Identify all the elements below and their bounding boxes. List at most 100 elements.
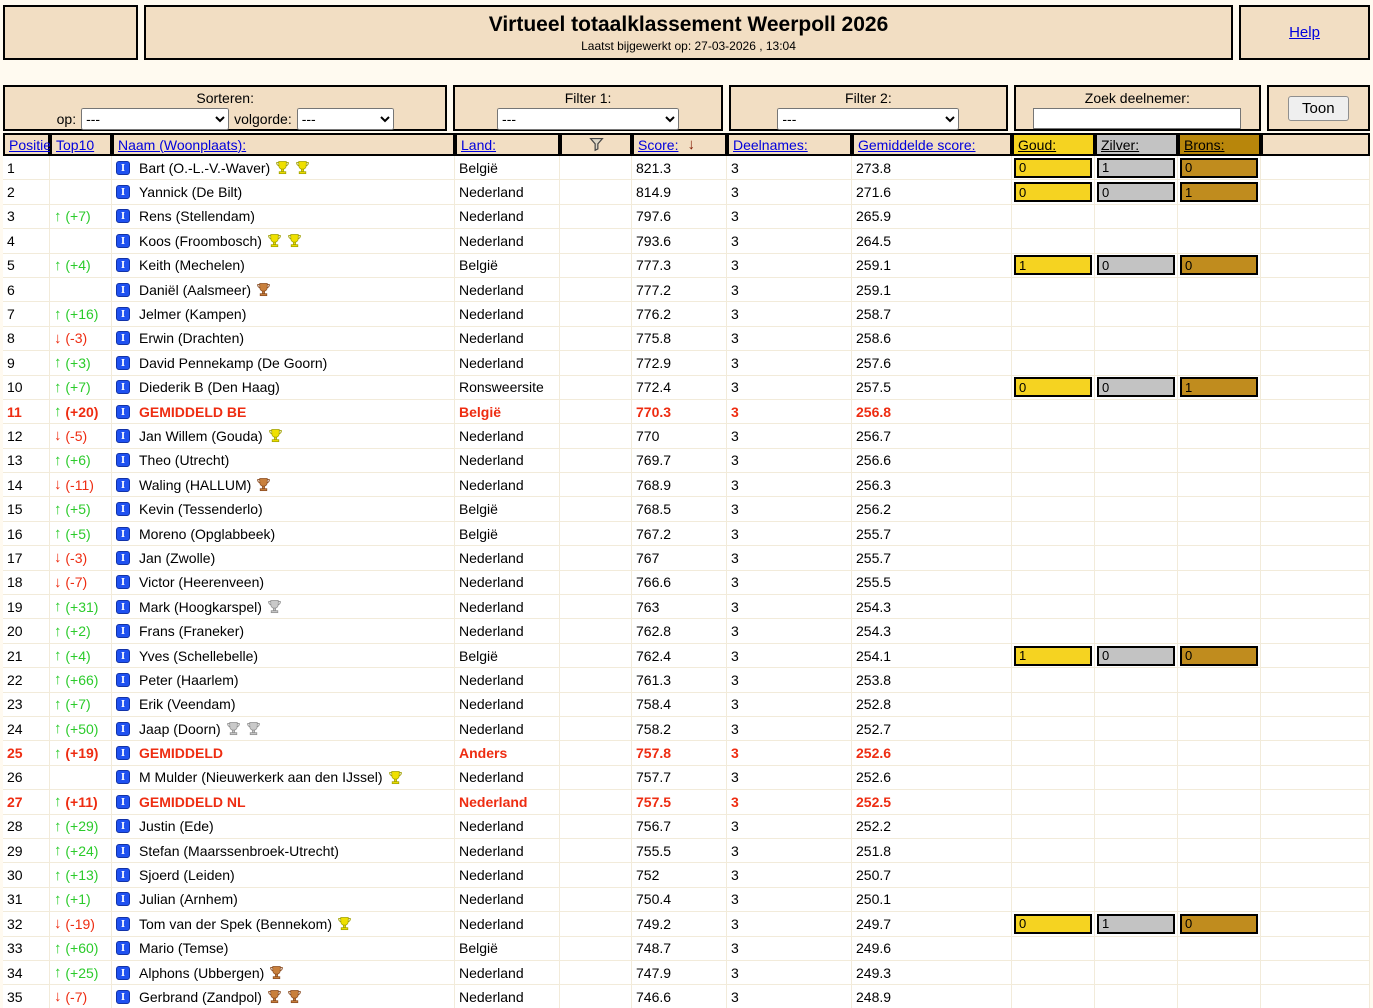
row-name-cell: I Waling (HALLUM) [112,473,455,498]
show-button[interactable]: Toon [1288,95,1349,121]
info-icon[interactable]: I [116,624,130,639]
info-icon[interactable]: I [116,380,130,395]
info-icon[interactable]: I [116,258,130,273]
help-link[interactable]: Help [1289,24,1320,41]
participant-name: David Pennekamp (De Goorn) [139,354,328,371]
info-icon[interactable]: I [116,355,130,370]
row-top10-change [50,180,112,205]
info-icon[interactable]: I [116,428,130,443]
show-panel: Toon [1266,85,1370,131]
search-input[interactable] [1033,108,1242,129]
info-icon[interactable]: I [116,794,130,809]
row-gemiddelde: 252.5 [852,790,1012,815]
row-score: 767 [632,546,727,571]
gold-medal-count: 0 [1014,913,1092,934]
row-land: Nederland [455,180,560,205]
row-score: 821.3 [632,156,727,181]
info-icon[interactable]: I [116,648,130,663]
filter1-select[interactable]: --- [497,108,680,130]
info-icon[interactable]: I [116,502,130,517]
column-header-land[interactable]: Land: [461,137,496,153]
info-icon[interactable]: I [116,233,130,248]
participant-name: Mark (Hoogkarspel) [139,598,262,615]
row-deelnames: 3 [727,595,852,620]
top10-delta: (+25) [61,964,99,981]
row-position: 1 [3,156,50,181]
info-icon[interactable]: I [116,697,130,712]
info-icon[interactable]: I [116,916,130,931]
row-end-spacer [1261,619,1370,644]
up-arrow-icon: ↑ [54,744,62,762]
info-icon[interactable]: I [116,672,130,687]
bronze-medal-count: 1 [1180,377,1258,398]
info-icon[interactable]: I [116,599,130,614]
row-goud-cell [1012,814,1095,839]
row-end-spacer [1261,448,1370,474]
column-header-zilver[interactable]: Zilver: [1101,137,1139,153]
row-end-spacer [1261,497,1370,522]
info-icon[interactable]: I [116,282,130,297]
order-select[interactable]: --- [296,108,394,130]
participant-name: Keith (Mechelen) [139,257,245,274]
up-arrow-icon: ↑ [54,939,62,957]
info-icon[interactable]: I [116,550,130,565]
filter-funnel-icon[interactable] [588,136,605,153]
sort-by-select[interactable]: --- [81,108,230,130]
row-land: Nederland [455,863,560,888]
row-name-cell: I Erwin (Drachten) [112,326,455,352]
info-icon[interactable]: I [116,819,130,834]
row-zilver-cell: 0 [1095,375,1178,400]
column-header-score[interactable]: Score: [638,137,678,153]
participant-name: Erik (Veendam) [139,696,236,713]
gold-trophy-icon [388,770,403,785]
row-brons-cell: 0 [1178,643,1261,669]
top10-delta: (+24) [61,842,99,859]
row-top10-change: ↑ (+7) [50,204,112,230]
info-icon[interactable]: I [116,526,130,541]
row-deelnames: 3 [727,399,852,425]
page-title: Virtueel totaalklassement Weerpoll 2026 [488,13,889,36]
info-icon[interactable]: I [116,868,130,883]
row-land: België [455,497,560,522]
info-icon[interactable]: I [116,160,130,175]
info-icon[interactable]: I [116,575,130,590]
info-icon[interactable]: I [116,965,130,980]
info-icon[interactable]: I [116,331,130,346]
column-header-brons[interactable]: Brons: [1184,137,1224,153]
silver-medal-count: 0 [1097,182,1175,203]
info-icon[interactable]: I [116,721,130,736]
column-header-gemiddelde[interactable]: Gemiddelde score: [858,137,976,153]
column-header-positie[interactable]: Positie: [9,137,55,153]
row-land: Nederland [455,912,560,937]
column-header-top10[interactable]: Top10 [56,137,94,153]
row-name-cell: I Moreno (Opglabbeek) [112,521,455,547]
row-name-cell: I Koos (Froombosch) [112,229,455,254]
column-header-naam[interactable]: Naam (Woonplaats): [118,137,246,153]
row-gemiddelde: 273.8 [852,156,1012,181]
info-icon[interactable]: I [116,307,130,322]
info-icon[interactable]: I [116,989,130,1004]
info-icon[interactable]: I [116,453,130,468]
row-gemiddelde: 256.2 [852,497,1012,522]
column-header-goud[interactable]: Goud: [1018,137,1056,153]
row-goud-cell [1012,692,1095,717]
info-icon[interactable]: I [116,185,130,200]
info-icon[interactable]: I [116,941,130,956]
row-score: 758.4 [632,692,727,717]
info-icon[interactable]: I [116,892,130,907]
info-icon[interactable]: I [116,843,130,858]
column-header-deelnames[interactable]: Deelnames: [733,137,808,153]
row-goud-cell [1012,765,1095,791]
filter2-select[interactable]: --- [777,108,960,130]
row-end-spacer [1261,253,1370,278]
participant-name: Kevin (Tessenderlo) [139,501,263,518]
row-end-spacer [1261,521,1370,547]
info-icon[interactable]: I [116,746,130,761]
row-name-cell: I Jan Willem (Gouda) [112,424,455,449]
info-icon[interactable]: I [116,209,130,224]
top10-delta: (+3) [61,354,91,371]
info-icon[interactable]: I [116,404,130,419]
info-icon[interactable]: I [116,770,130,785]
info-icon[interactable]: I [116,477,130,492]
order-label: volgorde: [234,111,292,127]
